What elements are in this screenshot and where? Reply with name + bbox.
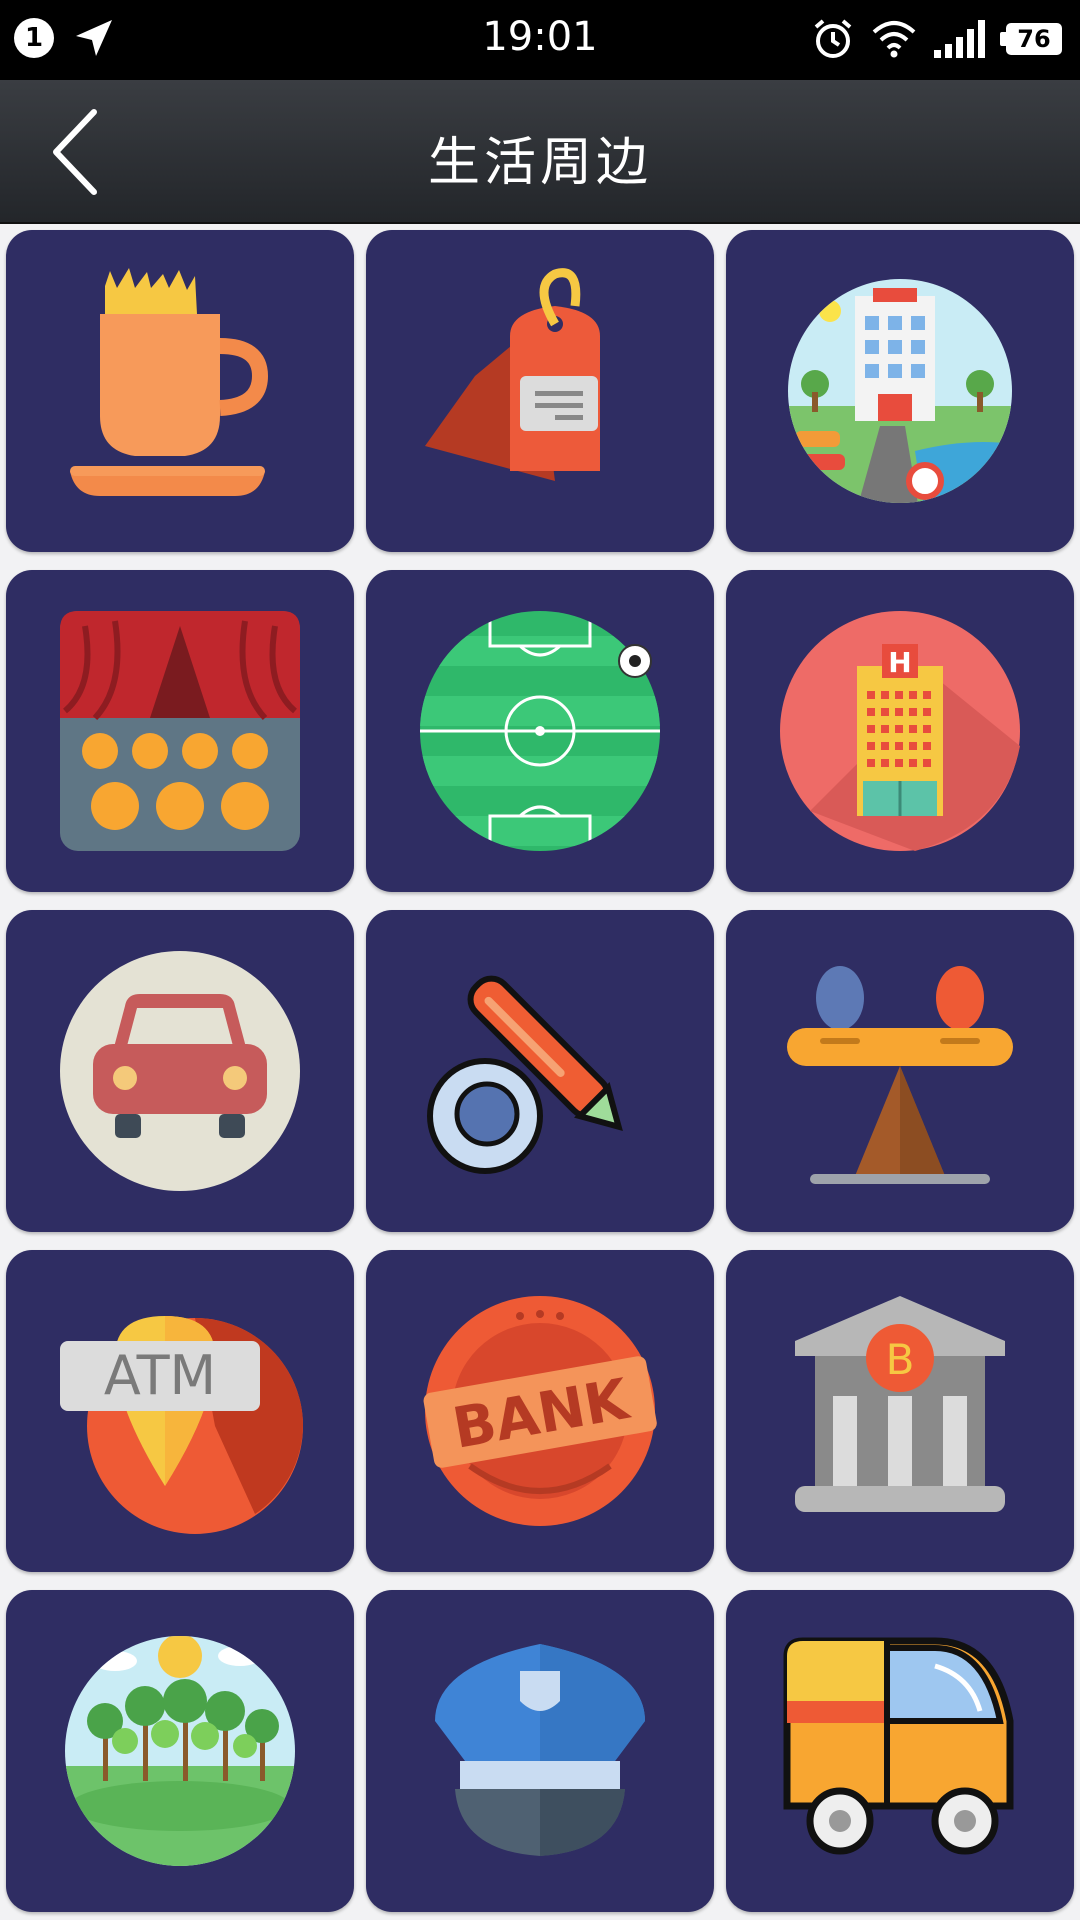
bank-building-icon: B [795, 1296, 1005, 1512]
bank-stamp-icon: BANK [423, 1296, 657, 1526]
coffee-icon [70, 268, 269, 496]
tile-bank[interactable]: BANK [366, 1250, 714, 1572]
tile-coffee[interactable] [6, 230, 354, 552]
tile-car[interactable] [6, 910, 354, 1232]
tile-shopping[interactable] [366, 230, 714, 552]
status-bar: 1 19:01 76 [0, 0, 1080, 80]
shopping-tag-icon [425, 268, 600, 481]
hospital-icon: H [780, 611, 1020, 851]
tile-bank-building[interactable]: B [726, 1250, 1074, 1572]
park-icon [65, 1636, 295, 1866]
tile-police[interactable] [366, 1590, 714, 1912]
seesaw-icon [787, 966, 1013, 1184]
tile-pen[interactable] [366, 910, 714, 1232]
football-field-icon [420, 611, 660, 851]
wifi-icon [872, 21, 916, 58]
page-title: 生活周边 [427, 133, 652, 193]
signal-strength-icon [934, 20, 985, 58]
tile-hotel[interactable] [726, 230, 1074, 552]
tile-park[interactable] [6, 1590, 354, 1912]
hotel-icon [788, 279, 1012, 503]
category-grid: H ATM BANK B [6, 230, 1076, 1912]
status-right: 76 [812, 18, 1062, 60]
tile-delivery[interactable] [726, 1590, 1074, 1912]
svg-text:ATM: ATM [104, 1344, 216, 1407]
app-bar: 生活周边 [0, 80, 1080, 224]
atm-icon: ATM [60, 1316, 303, 1534]
car-icon [60, 951, 300, 1191]
alarm-clock-icon [814, 19, 852, 58]
tile-theater[interactable] [6, 570, 354, 892]
delivery-van-icon [783, 1637, 1014, 1855]
battery-indicator: 76 [1000, 23, 1062, 55]
tile-sports[interactable] [366, 570, 714, 892]
svg-text:H: H [888, 646, 911, 679]
tile-seesaw[interactable] [726, 910, 1074, 1232]
tile-hospital[interactable]: H [726, 570, 1074, 892]
tile-atm[interactable]: ATM [6, 1250, 354, 1572]
police-hat-icon [435, 1644, 645, 1856]
fountain-pen-icon [427, 975, 623, 1174]
svg-text:B: B [886, 1335, 915, 1384]
theater-icon [60, 611, 300, 851]
